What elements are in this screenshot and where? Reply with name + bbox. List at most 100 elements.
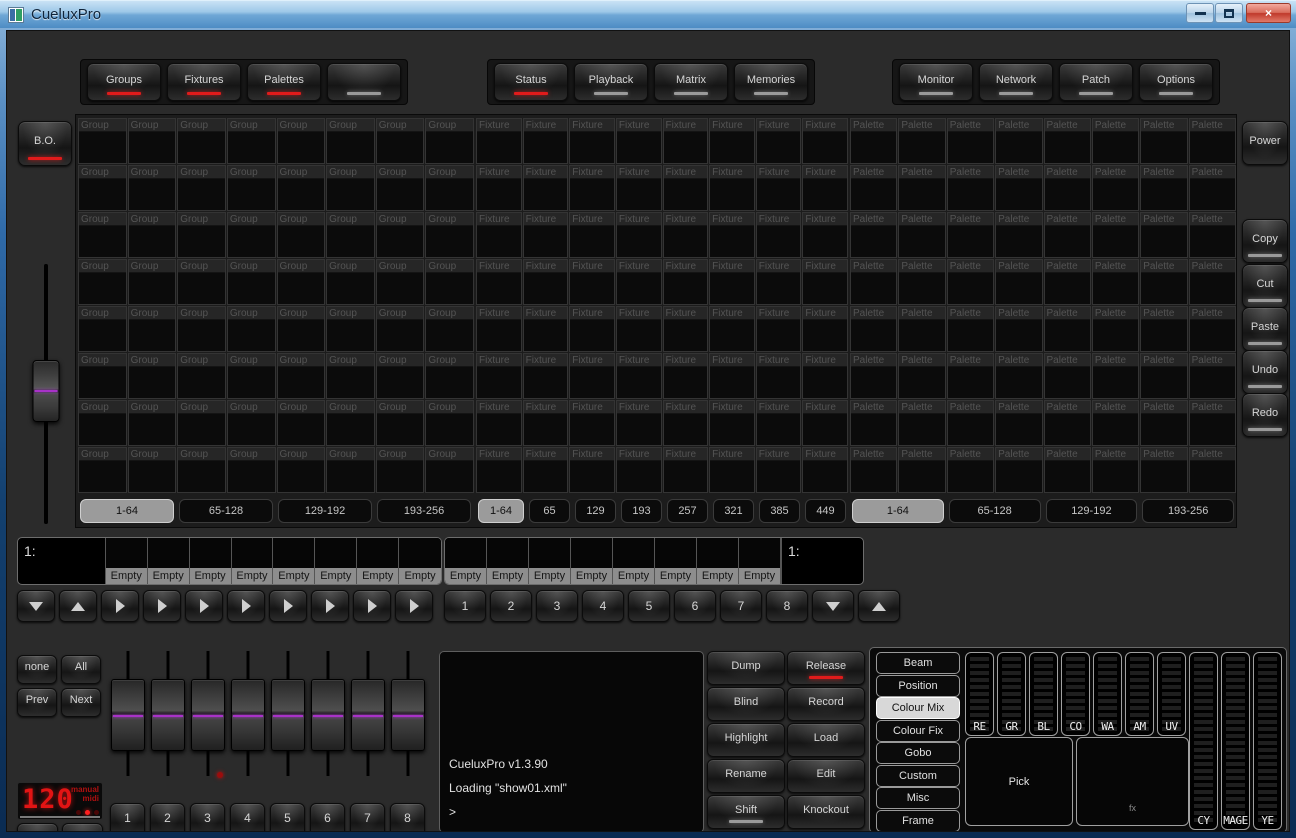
attribute-fader-wa[interactable]: WA xyxy=(1093,652,1122,736)
group-cell[interactable]: Group xyxy=(425,259,474,305)
group-cell[interactable]: Group xyxy=(375,306,425,352)
group-cell[interactable]: Group xyxy=(326,447,375,493)
rail-button-power[interactable]: Power xyxy=(1242,121,1288,165)
submaster-flash-button-4[interactable]: 4 xyxy=(230,803,265,831)
submaster-fader-1[interactable] xyxy=(110,651,145,786)
group-cell[interactable]: Group xyxy=(326,306,375,352)
fixture-cell[interactable]: Fixture xyxy=(615,306,662,352)
palette-cell[interactable]: Palette xyxy=(1091,259,1140,305)
palette-cell[interactable]: Palette xyxy=(1188,447,1236,493)
submaster-flash-button-5[interactable]: 5 xyxy=(270,803,305,831)
fixture-cell[interactable]: Fixture xyxy=(476,400,522,446)
attribute-button-colour-fix[interactable]: Colour Fix xyxy=(876,719,960,742)
playback-go-button[interactable] xyxy=(269,590,307,622)
group-cell[interactable]: Group xyxy=(127,212,177,258)
fixture-cell[interactable]: Fixture xyxy=(569,212,615,258)
palette-cell[interactable]: Palette xyxy=(946,306,995,352)
attribute-fader-gr[interactable]: GR xyxy=(997,652,1026,736)
group-cell[interactable]: Group xyxy=(78,212,127,258)
group-cell[interactable]: Group xyxy=(177,259,226,305)
group-cell[interactable]: Group xyxy=(177,306,226,352)
page-button-groups-129-192[interactable]: 129-192 xyxy=(278,499,372,523)
fader-knob[interactable] xyxy=(190,679,225,751)
palette-cell[interactable]: Palette xyxy=(1140,165,1188,211)
fixture-cell[interactable]: Fixture xyxy=(662,212,709,258)
submaster-flash-button-7[interactable]: 7 xyxy=(350,803,385,831)
menu-button-blank[interactable] xyxy=(327,63,401,101)
command-button-release[interactable]: Release xyxy=(787,651,865,685)
playback-cell[interactable]: Empty xyxy=(357,538,400,584)
group-cell[interactable]: Group xyxy=(226,400,276,446)
group-cell[interactable]: Group xyxy=(375,400,425,446)
group-cell[interactable]: Group xyxy=(425,118,474,164)
attribute-fader-co[interactable]: CO xyxy=(1061,652,1090,736)
group-cell[interactable]: Group xyxy=(375,447,425,493)
group-cell[interactable]: Group xyxy=(375,165,425,211)
playback-cell[interactable]: Empty xyxy=(273,538,316,584)
playback-flash-button-8[interactable]: 8 xyxy=(766,590,808,622)
palette-cell[interactable]: Palette xyxy=(995,447,1043,493)
palette-cell[interactable]: Palette xyxy=(995,259,1043,305)
palette-cell[interactable]: Palette xyxy=(898,400,946,446)
fixture-cell[interactable]: Fixture xyxy=(709,306,755,352)
group-cell[interactable]: Group xyxy=(326,259,375,305)
group-cell[interactable]: Group xyxy=(226,212,276,258)
group-cell[interactable]: Group xyxy=(78,165,127,211)
submaster-fader-7[interactable] xyxy=(350,651,385,786)
fixture-cell[interactable]: Fixture xyxy=(662,400,709,446)
fixture-cell[interactable]: Fixture xyxy=(709,447,755,493)
group-cell[interactable]: Group xyxy=(375,259,425,305)
close-button[interactable]: × xyxy=(1246,3,1291,23)
fixture-cell[interactable]: Fixture xyxy=(709,165,755,211)
fixture-cell[interactable]: Fixture xyxy=(662,447,709,493)
playback-go-button[interactable] xyxy=(143,590,181,622)
fixture-cell[interactable]: Fixture xyxy=(755,353,802,399)
fixture-cell[interactable]: Fixture xyxy=(522,212,569,258)
page-button-groups-1-64[interactable]: 1-64 xyxy=(80,499,174,523)
fixture-cell[interactable]: Fixture xyxy=(662,118,709,164)
palette-cell[interactable]: Palette xyxy=(1091,165,1140,211)
attribute-button-position[interactable]: Position xyxy=(876,674,960,697)
playback-page-down-button[interactable] xyxy=(17,590,55,622)
fixture-cell[interactable]: Fixture xyxy=(615,259,662,305)
page-button-palettes-193-256[interactable]: 193-256 xyxy=(1142,499,1234,523)
fixture-cell[interactable]: Fixture xyxy=(802,259,848,305)
command-console[interactable]: CueluxPro v1.3.90 Loading "show01.xml" > xyxy=(439,651,704,831)
fixture-cell[interactable]: Fixture xyxy=(755,165,802,211)
palette-cell[interactable]: Palette xyxy=(1188,353,1236,399)
palette-cell[interactable]: Palette xyxy=(898,447,946,493)
menu-button-memories[interactable]: Memories xyxy=(734,63,808,101)
playback-flash-button-2[interactable]: 2 xyxy=(490,590,532,622)
attribute-button-beam[interactable]: Beam xyxy=(876,652,960,674)
playback-cell[interactable]: Empty xyxy=(315,538,358,584)
attribute-fader-bl[interactable]: BL xyxy=(1029,652,1058,736)
group-cell[interactable]: Group xyxy=(127,165,177,211)
palette-cell[interactable]: Palette xyxy=(1188,400,1236,446)
fixture-cell[interactable]: Fixture xyxy=(569,165,615,211)
attribute-button-misc[interactable]: Misc xyxy=(876,787,960,809)
fixture-cell[interactable]: Fixture xyxy=(476,306,522,352)
rail-button-cut[interactable]: Cut xyxy=(1242,264,1288,308)
fixture-cell[interactable]: Fixture xyxy=(709,118,755,164)
palette-cell[interactable]: Palette xyxy=(1140,259,1188,305)
menu-button-patch[interactable]: Patch xyxy=(1059,63,1133,101)
group-cell[interactable]: Group xyxy=(127,118,177,164)
palette-cell[interactable]: Palette xyxy=(850,118,898,164)
fixture-cell[interactable]: Fixture xyxy=(755,118,802,164)
palette-cell[interactable]: Palette xyxy=(995,212,1043,258)
group-cell[interactable]: Group xyxy=(276,353,326,399)
playback-page-down-button[interactable] xyxy=(812,590,854,622)
fixture-cell[interactable]: Fixture xyxy=(615,353,662,399)
group-cell[interactable]: Group xyxy=(127,259,177,305)
group-cell[interactable]: Group xyxy=(177,400,226,446)
command-button-blind[interactable]: Blind xyxy=(707,687,785,721)
playback-go-button[interactable] xyxy=(101,590,139,622)
command-button-edit[interactable]: Edit xyxy=(787,759,865,793)
group-cell[interactable]: Group xyxy=(127,306,177,352)
group-cell[interactable]: Group xyxy=(226,353,276,399)
palette-cell[interactable]: Palette xyxy=(946,118,995,164)
maximize-button[interactable] xyxy=(1215,3,1243,23)
attribute-fader-mage[interactable]: MAGE xyxy=(1221,652,1250,830)
group-cell[interactable]: Group xyxy=(425,306,474,352)
menu-button-palettes[interactable]: Palettes xyxy=(247,63,321,101)
